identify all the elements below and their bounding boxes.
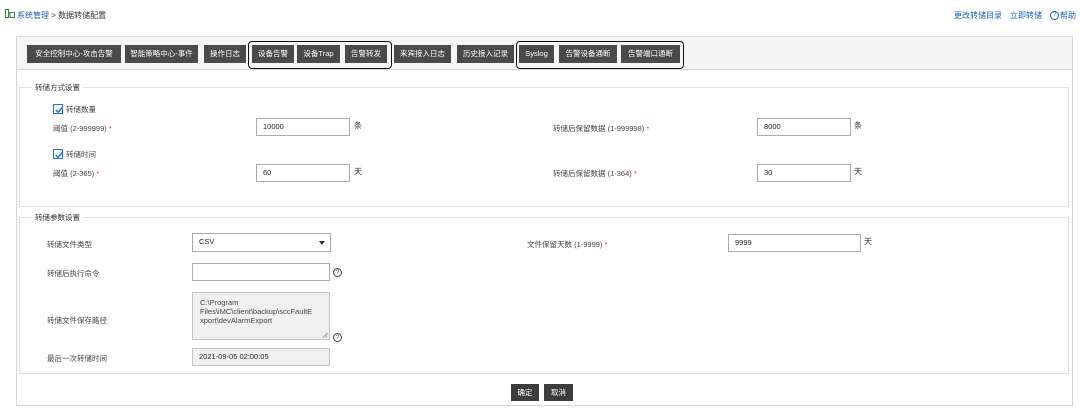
count-threshold-input[interactable]: 10000 bbox=[256, 118, 350, 136]
breadcrumb: 系统管理 > 数据转储配置 bbox=[17, 10, 106, 21]
dump-by-time-label: 转储时间 bbox=[66, 150, 96, 159]
count-keep-label: 转储后保留数据 (1-999998) * bbox=[553, 123, 649, 134]
time-threshold-unit: 天 bbox=[354, 167, 362, 176]
tab-history-access-record[interactable]: 历史接入记录 bbox=[457, 45, 514, 63]
post-command-input[interactable] bbox=[192, 263, 330, 281]
resize-handle-icon[interactable] bbox=[322, 332, 328, 338]
dump-by-count-label: 转储数量 bbox=[66, 105, 96, 114]
save-path-label: 转储文件保存路径 bbox=[47, 316, 107, 325]
time-keep-unit: 天 bbox=[854, 167, 862, 176]
breadcrumb-root-link[interactable]: 系统管理 bbox=[17, 11, 49, 20]
retain-days-text: 文件保留天数 (1-9999) bbox=[527, 240, 603, 249]
count-keep-input[interactable]: 8000 bbox=[757, 118, 851, 136]
chevron-down-icon bbox=[319, 241, 325, 245]
post-command-label: 转储后执行命令 bbox=[47, 269, 100, 278]
required-mark: * bbox=[633, 169, 637, 178]
breadcrumb-separator: > bbox=[49, 11, 59, 20]
last-dump-time-field: 2021-09-05 02:00:05 bbox=[192, 348, 330, 366]
required-mark: * bbox=[646, 124, 650, 133]
help-icon[interactable]: ? bbox=[333, 268, 342, 277]
retain-days-unit: 天 bbox=[864, 237, 872, 246]
help-icon: ? bbox=[1050, 11, 1059, 21]
count-keep-text: 转储后保留数据 (1-999998) bbox=[553, 124, 645, 133]
system-management-icon bbox=[5, 9, 15, 18]
count-keep-unit: 条 bbox=[854, 121, 862, 130]
required-mark: * bbox=[108, 124, 112, 133]
count-threshold-text: 阈值 (2-999999) bbox=[53, 124, 107, 133]
file-type-value: CSV bbox=[199, 237, 215, 246]
tab-group-highlight-2 bbox=[516, 41, 684, 69]
tab-smart-policy-event[interactable]: 智能策略中心-事件 bbox=[125, 45, 198, 63]
time-keep-input[interactable]: 30 bbox=[757, 164, 851, 182]
help-link[interactable]: ? 帮助 bbox=[1050, 10, 1076, 21]
tab-guest-access-log[interactable]: 来宾接入日志 bbox=[394, 45, 451, 63]
time-threshold-text: 阈值 (2-365) bbox=[53, 169, 95, 178]
save-path-textarea: C:\Program Files\iMC\client\backup\sccFa… bbox=[192, 292, 330, 340]
file-type-select[interactable]: CSV bbox=[192, 233, 331, 252]
last-dump-time-label: 最后一次转储时间 bbox=[47, 354, 107, 363]
time-threshold-label: 阈值 (2-365) * bbox=[53, 168, 99, 179]
file-type-label: 转储文件类型 bbox=[47, 240, 92, 249]
top-bar: 系统管理 > 数据转储配置 更改转储目录 立即转储 ? 帮助 bbox=[0, 0, 1080, 22]
dump-mode-legend: 转储方式设置 bbox=[32, 82, 83, 93]
checkmark-icon bbox=[55, 106, 63, 114]
change-dump-dir-link[interactable]: 更改转储目录 bbox=[954, 10, 1002, 21]
dump-now-link[interactable]: 立即转储 bbox=[1010, 10, 1042, 21]
dump-params-legend: 转储参数设置 bbox=[32, 212, 83, 223]
checkmark-icon bbox=[55, 151, 63, 159]
retain-days-input[interactable]: 9999 bbox=[728, 234, 861, 252]
tab-operation-log[interactable]: 操作日志 bbox=[204, 45, 246, 63]
count-threshold-unit: 条 bbox=[354, 121, 362, 130]
required-mark: * bbox=[96, 169, 100, 178]
required-mark: * bbox=[604, 240, 608, 249]
dump-by-time-checkbox[interactable] bbox=[53, 149, 63, 159]
retain-days-label: 文件保留天数 (1-9999) * bbox=[527, 239, 607, 250]
dump-by-count-checkbox[interactable] bbox=[53, 104, 63, 114]
tab-group-highlight-1 bbox=[248, 41, 392, 69]
save-path-line: xport\devAlarmExport bbox=[200, 316, 273, 325]
breadcrumb-current: 数据转储配置 bbox=[58, 11, 107, 20]
dump-mode-fieldset bbox=[19, 87, 1069, 207]
top-links: 更改转储目录 立即转储 ? 帮助 bbox=[954, 10, 1076, 21]
ok-button[interactable]: 确定 bbox=[511, 384, 539, 401]
cancel-button[interactable]: 取消 bbox=[544, 384, 573, 401]
help-link-label: 帮助 bbox=[1060, 11, 1076, 20]
tab-security-control-attack-alarm[interactable]: 安全控制中心-攻击告警 bbox=[27, 45, 121, 63]
help-icon[interactable]: ? bbox=[333, 333, 342, 342]
time-keep-text: 转储后保留数据 (1-364) bbox=[553, 169, 632, 178]
time-threshold-input[interactable]: 60 bbox=[256, 164, 350, 182]
time-keep-label: 转储后保留数据 (1-364) * bbox=[553, 168, 637, 179]
count-threshold-label: 阈值 (2-999999) * bbox=[53, 123, 112, 134]
save-path-line: Files\iMC\client\backup\sccFaultE bbox=[200, 307, 313, 316]
save-path-line: C:\Program bbox=[200, 298, 239, 307]
